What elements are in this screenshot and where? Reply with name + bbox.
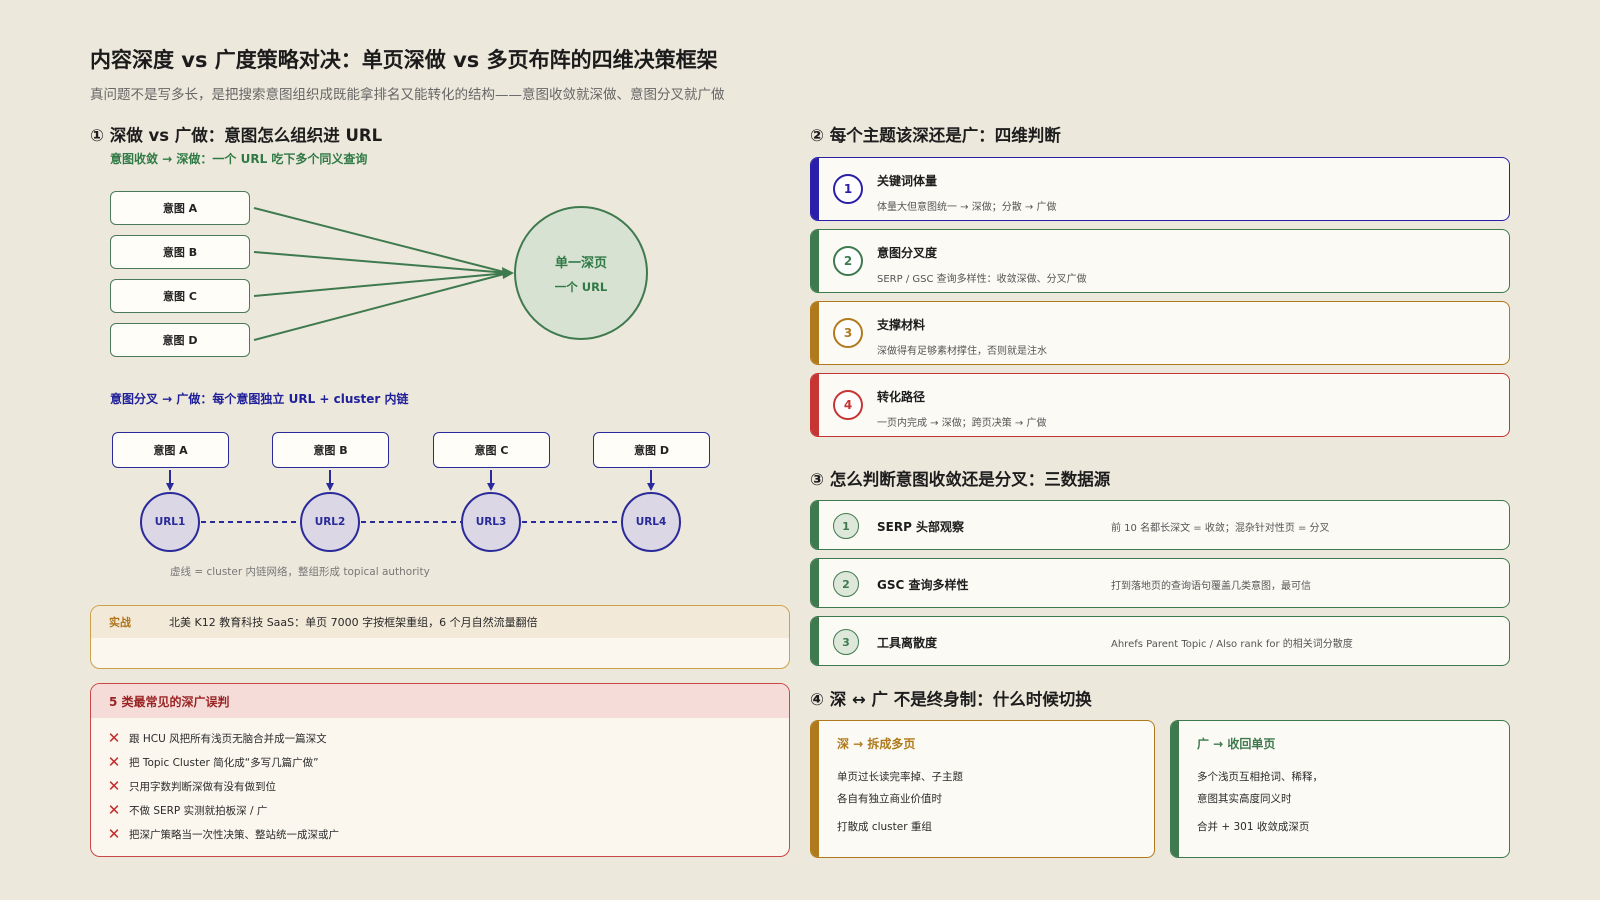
diverge-intent-a: 意图 A: [112, 432, 229, 468]
card-stripe: [811, 302, 819, 364]
diverge-intent-d: 意图 D: [593, 432, 710, 468]
card-desc: SERP / GSC 查询多样性：收敛深做、分叉广做: [877, 274, 1087, 285]
case-card: 实战 北美 K12 教育科技 SaaS：单页 7000 字按框架重组，6 个月自…: [90, 605, 790, 669]
diverge-intent-b: 意图 B: [272, 432, 389, 468]
card-line: 各自有独立商业价值时: [837, 793, 942, 805]
dimension-card-3: 3 支撑材料 深做得有足够素材撑住，否则就是注水: [810, 301, 1510, 365]
cross-icon: ✕: [107, 825, 121, 843]
dimension-card-1: 1 关键词体量 体量大但意图统一 → 深做；分散 → 广做: [810, 157, 1510, 221]
single-page-label: 单一深页: [554, 255, 607, 271]
single-page-circle: 单一深页 一个 URL: [514, 206, 648, 340]
diverge-label: 意图分叉 → 广做：每个意图独立 URL + cluster 内链: [110, 392, 409, 406]
card-desc: 一页内完成 → 深做；跨页决策 → 广做: [877, 418, 1047, 429]
card-line: 合并 + 301 收敛成深页: [1197, 821, 1310, 833]
dimension-card-4: 4 转化路径 一页内完成 → 深做；跨页决策 → 广做: [810, 373, 1510, 437]
cluster-note: 虚线 = cluster 内链网络，整组形成 topical authority: [170, 566, 430, 578]
card-line: 打散成 cluster 重组: [837, 821, 932, 833]
card-head: 深 → 拆成多页: [837, 737, 916, 751]
card-line: 单页过长读完率掉、子主题: [837, 771, 963, 783]
card-stripe: [811, 501, 819, 549]
card-number: 1: [833, 513, 859, 539]
pitfall-item: ✕ 把 Topic Cluster 简化成“多写几篇广做”: [107, 753, 319, 771]
converge-intent-b: 意图 B: [110, 235, 250, 269]
card-head: 广 → 收回单页: [1197, 737, 1276, 751]
card-name: 转化路径: [877, 390, 926, 404]
wide-to-deep-card: 广 → 收回单页 多个浅页互相抢词、稀释， 意图其实高度同义时 合并 + 301…: [1170, 720, 1510, 858]
section3-title: ③ 怎么判断意图收敛还是分叉：三数据源: [810, 470, 1111, 489]
card-name: 工具离散度: [877, 636, 938, 650]
pitfall-item: ✕ 只用字数判断深做有没有做到位: [107, 777, 276, 795]
card-number: 2: [833, 246, 863, 276]
source-card-2: 2 GSC 查询多样性 打到落地页的查询语句覆盖几类意图，最可信: [810, 558, 1510, 608]
card-number: 3: [833, 318, 863, 348]
url2-node: URL2: [300, 492, 360, 552]
converge-intent-c: 意图 C: [110, 279, 250, 313]
card-desc: 打到落地页的查询语句覆盖几类意图，最可信: [1111, 581, 1311, 592]
card-stripe: [811, 158, 819, 220]
section2-title: ② 每个主题该深还是广：四维判断: [810, 126, 1061, 145]
card-number: 2: [833, 571, 859, 597]
card-desc: 体量大但意图统一 → 深做；分散 → 广做: [877, 202, 1057, 213]
cross-icon: ✕: [107, 729, 121, 747]
url3-node: URL3: [461, 492, 521, 552]
pitfall-item: ✕ 跟 HCU 风把所有浅页无脑合并成一篇深文: [107, 729, 327, 747]
deep-to-wide-card: 深 → 拆成多页 单页过长读完率掉、子主题 各自有独立商业价值时 打散成 clu…: [810, 720, 1155, 858]
card-name: 意图分叉度: [877, 246, 938, 260]
card-stripe: [811, 559, 819, 607]
card-stripe: [1171, 721, 1179, 857]
card-number: 4: [833, 390, 863, 420]
card-name: SERP 头部观察: [877, 520, 965, 534]
card-name: 支撑材料: [877, 318, 926, 332]
source-card-3: 3 工具离散度 Ahrefs Parent Topic / Also rank …: [810, 616, 1510, 666]
card-number: 1: [833, 174, 863, 204]
card-line: 意图其实高度同义时: [1197, 793, 1292, 805]
url4-node: URL4: [621, 492, 681, 552]
cross-icon: ✕: [107, 753, 121, 771]
card-name: GSC 查询多样性: [877, 578, 969, 592]
card-desc: 深做得有足够素材撑住，否则就是注水: [877, 346, 1047, 357]
diverge-intent-c: 意图 C: [433, 432, 550, 468]
card-line: 多个浅页互相抢词、稀释，: [1197, 771, 1323, 783]
case-text: 北美 K12 教育科技 SaaS：单页 7000 字按框架重组，6 个月自然流量…: [169, 616, 538, 629]
pitfalls-card: 5 类最常见的深广误判 ✕ 跟 HCU 风把所有浅页无脑合并成一篇深文 ✕ 把 To…: [90, 683, 790, 857]
card-stripe: [811, 374, 819, 436]
single-url-label: 一个 URL: [554, 279, 608, 294]
cross-icon: ✕: [107, 801, 121, 819]
dimension-card-2: 2 意图分叉度 SERP / GSC 查询多样性：收敛深做、分叉广做: [810, 229, 1510, 293]
converge-intent-a: 意图 A: [110, 191, 250, 225]
pitfalls-title: 5 类最常见的深广误判: [91, 684, 789, 718]
card-number: 3: [833, 629, 859, 655]
pitfall-item: ✕ 不做 SERP 实测就拍板深 / 广: [107, 801, 268, 819]
card-name: 关键词体量: [877, 174, 938, 188]
card-stripe: [811, 617, 819, 665]
card-desc: 前 10 名都长深文 = 收敛；混杂针对性页 = 分叉: [1111, 523, 1330, 534]
case-tag: 实战: [109, 616, 131, 629]
section4-title: ④ 深 ↔ 广 不是终身制：什么时候切换: [810, 690, 1092, 709]
card-stripe: [811, 721, 819, 857]
pitfall-item: ✕ 把深广策略当一次性决策、整站统一成深或广: [107, 825, 339, 843]
card-stripe: [811, 230, 819, 292]
source-card-1: 1 SERP 头部观察 前 10 名都长深文 = 收敛；混杂针对性页 = 分叉: [810, 500, 1510, 550]
card-desc: Ahrefs Parent Topic / Also rank for 的相关词…: [1111, 639, 1353, 650]
url1-node: URL1: [140, 492, 200, 552]
cross-icon: ✕: [107, 777, 121, 795]
converge-intent-d: 意图 D: [110, 323, 250, 357]
